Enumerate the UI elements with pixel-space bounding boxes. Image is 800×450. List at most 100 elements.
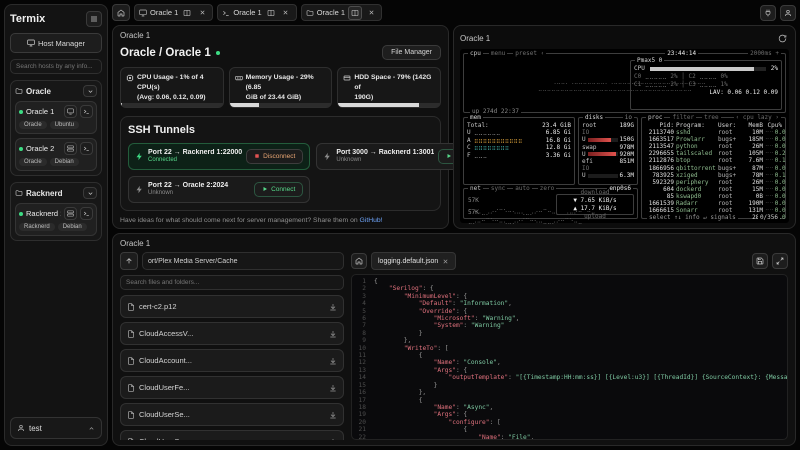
- proc-row[interactable]: 85kswapd0root0B0.0: [642, 193, 786, 200]
- file-item[interactable]: CloudAccessV...: [120, 322, 344, 345]
- editor-tab-label: logging.default.json: [378, 257, 439, 265]
- split-view-button[interactable]: [265, 7, 277, 19]
- code-line: "WriteTo": [: [403, 344, 449, 352]
- editor-file-tab[interactable]: logging.default.json: [371, 252, 457, 270]
- proc-row[interactable]: 2113740sshdroot10M0.0: [642, 129, 786, 136]
- split-view-button[interactable]: [181, 7, 193, 19]
- expand-editor-button[interactable]: [772, 253, 788, 269]
- cpu-usage-bar: [121, 102, 223, 107]
- collapse-group-button[interactable]: [83, 187, 97, 199]
- host-item-racknerd-1[interactable]: Racknerd 1 Racknerd Debian: [15, 203, 97, 236]
- net-zero-toggle[interactable]: zero: [537, 185, 557, 192]
- menu-button[interactable]: [86, 11, 102, 27]
- upload-speed: ▲ 17.7 KiB/s: [573, 204, 617, 212]
- download-icon[interactable]: [329, 330, 337, 338]
- tab-server-stats[interactable]: Oracle 1: [134, 4, 214, 21]
- file-item[interactable]: CloudUserSe...: [120, 403, 344, 426]
- download-icon[interactable]: [329, 384, 337, 392]
- open-host-stats-button[interactable]: [64, 105, 77, 118]
- memory-usage-text: Memory Usage - 29% (6.85 GiB of 23.44 GiB…: [245, 74, 314, 101]
- download-icon[interactable]: [329, 438, 337, 440]
- save-file-button[interactable]: [752, 253, 768, 269]
- proc-row[interactable]: 1661539Radarrroot190M0.0: [642, 200, 786, 207]
- disconnect-tunnel-button[interactable]: Disconnect: [246, 148, 304, 164]
- file-item[interactable]: CloudAccount...: [120, 349, 344, 372]
- refresh-icon: [778, 34, 787, 43]
- tab-terminal[interactable]: Oracle 1: [217, 4, 297, 21]
- tunnel-card: Port 22 → Oracle 2:2024 Unknown Connect: [128, 175, 311, 203]
- disks-io-toggle[interactable]: io: [622, 114, 634, 121]
- server-heading-row: Oracle / Oracle 1 File Manager: [120, 45, 441, 60]
- code-line: "Microsoft": "Warning",: [433, 315, 520, 323]
- proc-row[interactable]: 1866956qbittorrent-noxbugs+87M0.0: [642, 165, 786, 172]
- open-terminal-button[interactable]: [80, 142, 93, 155]
- chevron-down-icon: [87, 88, 94, 95]
- proc-count: 0/356: [757, 214, 780, 221]
- host-item-oracle-2[interactable]: Oracle 2 Oracle Debian: [15, 138, 97, 171]
- code-line: "Name": "File",: [478, 433, 535, 440]
- open-host-stats-button[interactable]: [64, 207, 77, 220]
- btop-preset-label[interactable]: preset ‹: [513, 50, 547, 57]
- editor-tab-bar: logging.default.json: [351, 252, 788, 270]
- path-up-button[interactable]: [120, 252, 138, 270]
- refresh-button[interactable]: [775, 31, 789, 45]
- close-tab-button[interactable]: [280, 7, 292, 19]
- editor-home-button[interactable]: [351, 253, 367, 269]
- close-tab-button[interactable]: [365, 7, 377, 19]
- code-line: "Name": "Console",: [433, 359, 501, 367]
- proc-filter-button[interactable]: filter: [670, 114, 697, 121]
- file-manager-button[interactable]: File Manager: [382, 45, 441, 60]
- download-icon[interactable]: [329, 303, 337, 311]
- file-search-input[interactable]: [120, 275, 344, 290]
- profile-button[interactable]: [780, 4, 796, 21]
- file-icon: [127, 302, 135, 311]
- group-name: Racknerd: [26, 188, 63, 198]
- collapse-group-button[interactable]: [83, 85, 97, 97]
- host-search-input[interactable]: [10, 59, 102, 74]
- file-item[interactable]: cert-c2.p12: [120, 295, 344, 318]
- code-area[interactable]: { "Serilog": { "MinimumLevel": { "Defaul…: [351, 274, 788, 440]
- group-header[interactable]: Oracle: [15, 85, 97, 97]
- host-name: Oracle 1: [26, 107, 55, 116]
- home-button[interactable]: [112, 4, 130, 21]
- user-menu[interactable]: test: [10, 417, 102, 439]
- host-row: Racknerd 1: [19, 207, 93, 220]
- host-manager-button[interactable]: Host Manager: [10, 33, 102, 53]
- btop-menu-label[interactable]: menu: [488, 50, 508, 57]
- btop-terminal[interactable]: cpu menu preset ‹ 23:44:14 2000ms + ⢀⣀⣀⡀…: [460, 49, 789, 225]
- plugins-button[interactable]: [760, 4, 776, 21]
- btop-cpu-label[interactable]: cpu: [468, 50, 483, 57]
- net-sync-toggle[interactable]: sync: [488, 185, 508, 192]
- net-auto-toggle[interactable]: auto: [513, 185, 532, 192]
- proc-row[interactable]: 2113547pythonroot26M0.0: [642, 143, 786, 150]
- proc-header-row: Pid: Program: User: MemB Cpu%: [659, 122, 782, 129]
- path-input[interactable]: [142, 252, 344, 270]
- proc-row[interactable]: 2112876btoproot7.6M0.1: [642, 157, 786, 164]
- disks-box-title: disks: [583, 114, 606, 121]
- btop-interval[interactable]: 2000ms +: [748, 50, 781, 57]
- proc-row[interactable]: 1663517Prowlarrbugs+185M0.0: [642, 136, 786, 143]
- download-icon[interactable]: [329, 357, 337, 365]
- host-row: Oracle 2: [19, 142, 93, 155]
- close-icon[interactable]: [442, 258, 449, 265]
- proc-row[interactable]: 783925xzigedbugs+78M0.1: [642, 172, 785, 179]
- proc-row[interactable]: 2296655tailscaledroot105M0.2: [642, 150, 786, 157]
- file-item[interactable]: CloudUserSu...: [120, 430, 344, 440]
- close-tab-button[interactable]: [196, 7, 208, 19]
- group-header[interactable]: Racknerd: [15, 187, 97, 199]
- connect-tunnel-button[interactable]: Connect: [254, 181, 304, 197]
- split-view-button-active[interactable]: [348, 5, 363, 20]
- open-terminal-button[interactable]: [80, 207, 93, 220]
- file-manager-body: cert-c2.p12 CloudAccessV... CloudAccou: [120, 252, 788, 440]
- open-terminal-button[interactable]: [80, 105, 93, 118]
- proc-row[interactable]: 592329peripheryroot26M0.0: [642, 179, 785, 186]
- host-item-oracle-1[interactable]: Oracle 1 Oracle Ubuntu: [15, 101, 97, 134]
- proc-sort-selector[interactable]: ‹ cpu lazy ›: [733, 114, 781, 121]
- proc-row[interactable]: 604dockerdroot15M0.0: [642, 186, 785, 193]
- open-host-stats-button[interactable]: [64, 142, 77, 155]
- download-icon[interactable]: [329, 411, 337, 419]
- file-item[interactable]: CloudUserFe...: [120, 376, 344, 399]
- github-link[interactable]: GitHub!: [360, 217, 383, 224]
- proc-tree-toggle[interactable]: tree: [702, 114, 721, 121]
- tab-file-manager[interactable]: Oracle 1: [300, 4, 383, 21]
